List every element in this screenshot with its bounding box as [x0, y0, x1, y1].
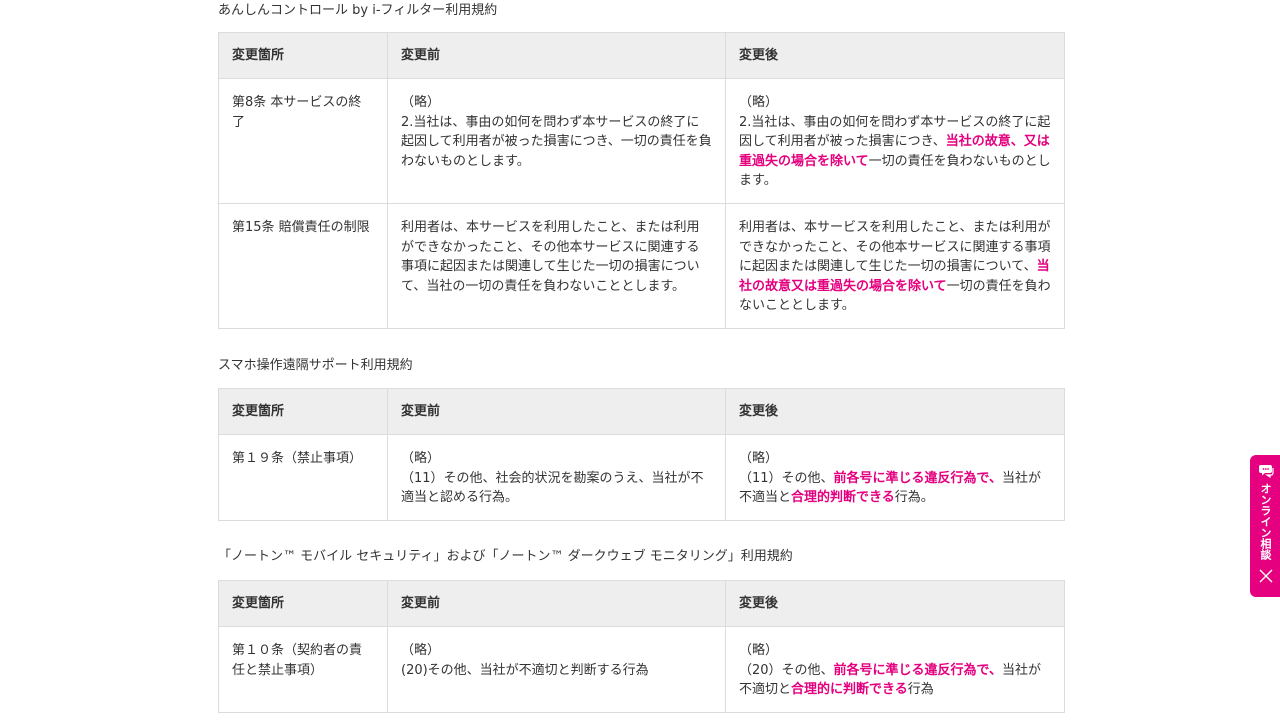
- chat-icon: [1259, 465, 1274, 478]
- cell-location: 第１９条（禁止事項）: [218, 434, 388, 521]
- table-row: 第15条 賠償責任の制限 利用者は、本サービスを利用したこと、または利用ができな…: [218, 203, 1065, 329]
- table-header-row: 変更箇所 変更前 変更後: [218, 580, 1065, 627]
- header-before: 変更前: [387, 32, 726, 79]
- section-title-norton: 「ノートン™ モバイル セキュリティ」および「ノートン™ ダークウェブ モニタリ…: [218, 549, 793, 564]
- header-after: 変更後: [725, 580, 1065, 627]
- section-title-anshin: あんしんコントロール by i-フィルター利用規約: [218, 3, 498, 18]
- table-header-row: 変更箇所 変更前 変更後: [218, 388, 1065, 435]
- cell-after: （略） 2.当社は、事由の如何を問わず本サービスの終了に起因して利用者が被った損…: [725, 78, 1065, 204]
- header-location: 変更箇所: [218, 388, 388, 435]
- header-before: 変更前: [387, 388, 726, 435]
- cell-before: （略） （11）その他、社会的状況を勘案のうえ、当社が不適当と認める行為。: [387, 434, 726, 521]
- cell-before: 利用者は、本サービスを利用したこと、または利用ができなかったこと、その他本サービ…: [387, 203, 726, 329]
- cell-after: 利用者は、本サービスを利用したこと、または利用ができなかったこと、その他本サービ…: [725, 203, 1065, 329]
- cell-location: 第15条 賠償責任の制限: [218, 203, 388, 329]
- terms-table-norton: 変更箇所 変更前 変更後 第１０条（契約者の責任と禁止事項） （略） (20)そ…: [218, 580, 1065, 713]
- header-after: 変更後: [725, 32, 1065, 79]
- cell-after: （略） （11）その他、前各号に準じる違反行為で、当社が不適当と合理的判断できる…: [725, 434, 1065, 521]
- table-header-row: 変更箇所 変更前 変更後: [218, 32, 1065, 79]
- highlighted-change: 前各号に準じる違反行為で、: [833, 470, 1003, 486]
- header-after: 変更後: [725, 388, 1065, 435]
- cell-before: （略） (20)その他、当社が不適切と判断する行為: [387, 626, 726, 713]
- table-row: 第１０条（契約者の責任と禁止事項） （略） (20)その他、当社が不適切と判断す…: [218, 626, 1065, 713]
- cell-after: （略） （20）その他、前各号に準じる違反行為で、当社が不適切と合理的に判断でき…: [725, 626, 1065, 713]
- header-location: 変更箇所: [218, 580, 388, 627]
- close-icon[interactable]: [1259, 569, 1273, 583]
- cell-location: 第１０条（契約者の責任と禁止事項）: [218, 626, 388, 713]
- terms-table-remote-support: 変更箇所 変更前 変更後 第１９条（禁止事項） （略） （11）その他、社会的状…: [218, 388, 1065, 521]
- online-consultation-label: オンライン相談: [1259, 483, 1272, 560]
- online-consultation-tab[interactable]: オンライン相談: [1250, 455, 1280, 597]
- section-title-remote-support: スマホ操作遠隔サポート利用規約: [218, 358, 413, 373]
- highlighted-change: 合理的判断できる: [791, 490, 895, 505]
- header-location: 変更箇所: [218, 32, 388, 79]
- page: あんしんコントロール by i-フィルター利用規約 変更箇所 変更前 変更後 第…: [0, 0, 1280, 720]
- table-row: 第１９条（禁止事項） （略） （11）その他、社会的状況を勘案のうえ、当社が不適…: [218, 434, 1065, 521]
- header-before: 変更前: [387, 580, 726, 627]
- cell-before: （略） 2.当社は、事由の如何を問わず本サービスの終了に起因して利用者が被った損…: [387, 78, 726, 204]
- cell-location: 第8条 本サービスの終了: [218, 78, 388, 204]
- table-row: 第8条 本サービスの終了 （略） 2.当社は、事由の如何を問わず本サービスの終了…: [218, 78, 1065, 204]
- highlighted-change: 前各号に準じる違反行為で、: [833, 662, 1003, 678]
- terms-table-anshin: 変更箇所 変更前 変更後 第8条 本サービスの終了 （略） 2.当社は、事由の如…: [218, 32, 1065, 329]
- highlighted-change: 合理的に判断できる: [791, 682, 908, 697]
